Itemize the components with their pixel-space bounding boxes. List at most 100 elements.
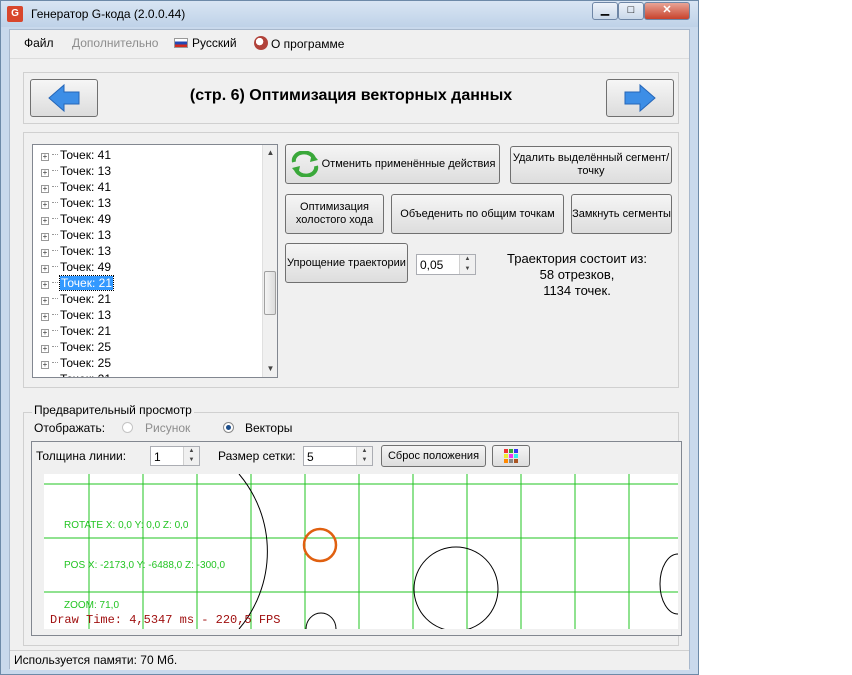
expand-icon[interactable]: +: [41, 233, 49, 241]
tree-item-label: Точек: 21: [59, 275, 114, 291]
tree-item-label: Точек: 25: [60, 356, 111, 370]
line-width-input[interactable]: 1 ▲ ▼: [150, 446, 200, 466]
scroll-up-icon[interactable]: ▲: [263, 145, 277, 160]
idle-optimization-button[interactable]: Оптимизация холостого хода: [285, 194, 384, 234]
grid-size-spinner[interactable]: ▲ ▼: [356, 447, 372, 465]
trajectory-info-points: 1134 точек.: [543, 283, 611, 298]
delete-segment-button[interactable]: Удалить выделённый сегмент/точку: [510, 146, 672, 184]
about-icon: [254, 36, 268, 50]
menu-about[interactable]: О программе: [254, 36, 344, 51]
expand-icon[interactable]: +: [41, 153, 49, 161]
segments-tree[interactable]: + Точек: 21 + Точек: 25 + Точек: 25 + Точек: 21…: [32, 144, 278, 378]
tree-connector: [52, 314, 58, 315]
expand-icon[interactable]: +: [41, 201, 49, 209]
line-width-label: Толщина линии:: [36, 449, 127, 463]
page-title: (стр. 6) Оптимизация векторных данных: [189, 87, 513, 104]
menu-about-label: О программе: [271, 37, 345, 51]
wizard-header: (стр. 6) Оптимизация векторных данных: [23, 72, 679, 124]
merge-points-button[interactable]: Объеденить по общим точкам: [391, 194, 564, 234]
simplify-button[interactable]: Упрощение траектории: [285, 243, 408, 283]
grid-lines: [44, 474, 678, 629]
expand-icon[interactable]: +: [41, 169, 49, 177]
spin-up-icon[interactable]: ▲: [357, 447, 372, 456]
expand-icon[interactable]: +: [41, 313, 49, 321]
scroll-down-icon[interactable]: ▼: [263, 361, 277, 376]
expand-icon[interactable]: +: [41, 249, 49, 257]
grid-size-value: 5: [307, 450, 314, 464]
app-window: G Генератор G-кода (2.0.0.44) ▁ □ ✕ Файл…: [0, 0, 699, 675]
tree-item[interactable]: + Точек: 49: [41, 211, 111, 227]
menu-bar: Файл Дополнительно Русский О программе: [10, 30, 689, 59]
expand-icon[interactable]: +: [41, 345, 49, 353]
vectors-radio[interactable]: [223, 422, 234, 433]
draw-time-readout: Draw Time: 4,5347 ms - 220,5 FPS: [50, 613, 281, 627]
tree-item-label: Точек: 49: [60, 212, 111, 226]
spin-down-icon[interactable]: ▼: [357, 456, 372, 465]
tree-item[interactable]: + Точек: 41: [41, 147, 111, 163]
title-bar[interactable]: G Генератор G-кода (2.0.0.44) ▁ □ ✕: [1, 1, 698, 27]
close-segments-button[interactable]: Замкнуть сегменты: [571, 194, 672, 234]
trajectory-info-title: Траектория состоит из:: [507, 251, 647, 266]
window-title: Генератор G-кода (2.0.0.44): [31, 7, 186, 21]
preview-canvas[interactable]: ROTATE X: 0,0 Y: 0,0 Z: 0,0 POS X: -2173…: [44, 473, 679, 632]
expand-icon[interactable]: +: [41, 265, 49, 273]
tree-item[interactable]: + Точек: 21: [41, 323, 111, 339]
refresh-icon: [291, 151, 318, 177]
expand-icon[interactable]: +: [41, 185, 49, 193]
expand-icon[interactable]: +: [41, 217, 49, 225]
maximize-button[interactable]: □: [618, 2, 644, 20]
tree-item[interactable]: + Точек: 49: [41, 259, 111, 275]
tree-item[interactable]: + Точек: 25: [41, 339, 111, 355]
spin-up-icon[interactable]: ▲: [184, 447, 199, 456]
line-width-value: 1: [154, 450, 161, 464]
minimize-button[interactable]: ▁: [592, 2, 618, 20]
next-button[interactable]: [606, 79, 674, 117]
spin-down-icon[interactable]: ▼: [460, 265, 475, 275]
zoom-readout: ZOOM: 71,0: [64, 600, 120, 611]
scroll-thumb[interactable]: [264, 271, 276, 315]
menu-language-label: Русский: [192, 36, 237, 50]
tree-connector: [52, 202, 58, 203]
tree-item-label: Точек: 41: [60, 148, 111, 162]
reset-position-button[interactable]: Сброс положения: [381, 445, 486, 467]
tree-item[interactable]: + Точек: 21: [41, 275, 114, 291]
tree-item-label: Точек: 13: [60, 228, 111, 242]
spinner-arrows[interactable]: ▲ ▼: [459, 255, 475, 274]
tree-item[interactable]: + Точек: 13: [41, 227, 111, 243]
expand-icon[interactable]: +: [41, 281, 49, 289]
spin-down-icon[interactable]: ▼: [184, 456, 199, 465]
grid-size-input[interactable]: 5 ▲ ▼: [303, 446, 373, 466]
menu-language[interactable]: Русский: [174, 36, 237, 50]
tree-connector: [52, 346, 58, 347]
undo-actions-button[interactable]: Отменить применённые действия: [285, 144, 500, 184]
tree-connector: [52, 234, 58, 235]
menu-file[interactable]: Файл: [24, 36, 54, 50]
picture-radio[interactable]: [122, 422, 133, 433]
simplify-tolerance-input[interactable]: 0,05 ▲ ▼: [416, 254, 476, 275]
expand-icon[interactable]: +: [41, 361, 49, 369]
expand-icon[interactable]: +: [41, 329, 49, 337]
close-button[interactable]: ✕: [644, 2, 690, 20]
tree-item[interactable]: + Точек: 13: [41, 307, 111, 323]
tree-item[interactable]: + Точек: 21: [41, 291, 111, 307]
tree-item[interactable]: + Точек: 13: [41, 195, 111, 211]
tree-connector: [52, 298, 58, 299]
tree-item[interactable]: + Точек: 41: [41, 179, 111, 195]
tree-item-label: Точек: 13: [60, 244, 111, 258]
highlighted-segment: [302, 527, 338, 563]
tree-item[interactable]: + Точек: 13: [41, 163, 111, 179]
tree-item[interactable]: + Точек: 13: [41, 243, 111, 259]
tree-item-label: Точек: 13: [60, 196, 111, 210]
expand-icon[interactable]: +: [41, 297, 49, 305]
tree-scrollbar[interactable]: ▲ ▼: [262, 145, 277, 377]
menu-advanced[interactable]: Дополнительно: [72, 36, 158, 50]
expand-icon[interactable]: +: [43, 377, 48, 378]
memory-status: Используется памяти: 70 Мб.: [14, 653, 178, 667]
spin-up-icon[interactable]: ▲: [460, 255, 475, 265]
color-palette-icon: [504, 449, 518, 463]
line-width-spinner[interactable]: ▲ ▼: [183, 447, 199, 465]
maximize-icon: □: [627, 4, 635, 16]
tree-item[interactable]: + Точек: 25: [41, 355, 111, 371]
color-palette-button[interactable]: [492, 445, 530, 467]
tree-item[interactable]: + Точек: 21: [41, 371, 111, 378]
